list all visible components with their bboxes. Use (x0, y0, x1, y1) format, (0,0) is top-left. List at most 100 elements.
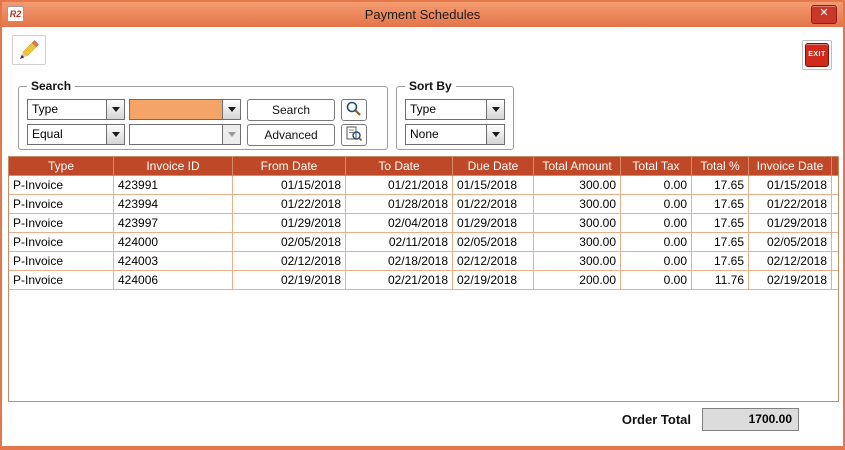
column-header[interactable]: Total % (692, 157, 749, 176)
table-cell: 424000 (114, 233, 233, 252)
table-cell: P-Invoice (9, 176, 114, 195)
table-cell: 02/19/2018 (749, 271, 832, 290)
table-cell: 17.65 (692, 233, 749, 252)
table-cell: 17.65 (692, 195, 749, 214)
posted-cell (832, 214, 840, 233)
table-cell: 02/19/2018 (233, 271, 346, 290)
table-row[interactable]: P-Invoice42399101/15/201801/21/201801/15… (9, 176, 839, 195)
table-cell: 02/19/2018 (453, 271, 534, 290)
chevron-down-icon[interactable] (486, 100, 504, 119)
table-cell: 01/22/2018 (453, 195, 534, 214)
table-cell: 01/29/2018 (233, 214, 346, 233)
column-header[interactable]: Posted (832, 157, 840, 176)
table-cell: P-Invoice (9, 252, 114, 271)
table-row[interactable]: P-Invoice42400602/19/201802/21/201802/19… (9, 271, 839, 290)
search-value-dropdown[interactable] (129, 99, 241, 120)
invoice-table: TypeInvoice IDFrom DateTo DateDue DateTo… (9, 157, 839, 290)
table-cell: 01/22/2018 (233, 195, 346, 214)
table-row[interactable]: P-Invoice42400302/12/201802/18/201802/12… (9, 252, 839, 271)
sort-secondary-value: None (406, 125, 486, 144)
invoice-table-container: TypeInvoice IDFrom DateTo DateDue DateTo… (8, 156, 839, 402)
exit-icon: EXIT (805, 43, 829, 67)
chevron-down-icon[interactable] (106, 100, 124, 119)
column-header[interactable]: From Date (233, 157, 346, 176)
table-header-row: TypeInvoice IDFrom DateTo DateDue DateTo… (9, 157, 839, 176)
posted-cell (832, 195, 840, 214)
table-cell: 01/15/2018 (233, 176, 346, 195)
search-field-dropdown[interactable]: Type (27, 99, 125, 120)
table-cell: P-Invoice (9, 271, 114, 290)
edit-button[interactable] (12, 35, 46, 65)
column-header[interactable]: Invoice Date (749, 157, 832, 176)
sort-primary-dropdown[interactable]: Type (405, 99, 505, 120)
close-icon: ✕ (819, 7, 828, 19)
search-button[interactable]: Search (247, 99, 335, 121)
search-groupbox: Search Type Search Equal Advance (18, 86, 388, 150)
search-value2-dropdown (129, 124, 241, 145)
posted-cell (832, 252, 840, 271)
table-cell: 17.65 (692, 214, 749, 233)
table-cell: 300.00 (534, 252, 621, 271)
search-operator-dropdown[interactable]: Equal (27, 124, 125, 145)
chevron-down-icon[interactable] (486, 125, 504, 144)
table-cell: 01/29/2018 (749, 214, 832, 233)
table-cell: 300.00 (534, 176, 621, 195)
table-cell: 02/04/2018 (346, 214, 453, 233)
column-header[interactable]: Invoice ID (114, 157, 233, 176)
table-cell: 11.76 (692, 271, 749, 290)
table-cell: 02/05/2018 (749, 233, 832, 252)
column-header[interactable]: Due Date (453, 157, 534, 176)
chevron-down-icon[interactable] (222, 100, 240, 119)
title-bar: R2 Payment Schedules ✕ (2, 2, 843, 27)
table-cell: 200.00 (534, 271, 621, 290)
table-cell: 0.00 (621, 176, 692, 195)
posted-cell (832, 271, 840, 290)
advanced-magnifier-button[interactable] (341, 124, 367, 146)
table-cell: 02/11/2018 (346, 233, 453, 252)
table-cell: 02/18/2018 (346, 252, 453, 271)
table-cell: P-Invoice (9, 195, 114, 214)
column-header[interactable]: Total Tax (621, 157, 692, 176)
payment-schedules-window: R2 Payment Schedules ✕ EXIT Search Type (0, 0, 845, 450)
search-value-text (130, 100, 222, 119)
table-cell: 424006 (114, 271, 233, 290)
exit-button[interactable]: EXIT (802, 40, 832, 70)
sort-primary-value: Type (406, 100, 486, 119)
search-group-label: Search (27, 79, 75, 93)
chevron-down-icon (222, 125, 240, 144)
table-cell: 01/28/2018 (346, 195, 453, 214)
search-magnifier-button[interactable] (341, 99, 367, 121)
table-cell: 17.65 (692, 252, 749, 271)
table-row[interactable]: P-Invoice42400002/05/201802/11/201802/05… (9, 233, 839, 252)
advanced-search-button[interactable]: Advanced (247, 124, 335, 146)
table-row[interactable]: P-Invoice42399701/29/201802/04/201801/29… (9, 214, 839, 233)
table-cell: 424003 (114, 252, 233, 271)
close-button[interactable]: ✕ (811, 5, 837, 24)
table-cell: 02/12/2018 (233, 252, 346, 271)
table-cell: 02/05/2018 (453, 233, 534, 252)
table-cell: 0.00 (621, 233, 692, 252)
order-total-label: Order Total (622, 412, 691, 427)
magnifier-icon (345, 101, 363, 120)
order-total-field: 1700.00 (702, 408, 799, 431)
table-cell: 01/29/2018 (453, 214, 534, 233)
window-title: Payment Schedules (2, 7, 843, 22)
posted-cell (832, 233, 840, 252)
pencil-icon (16, 50, 42, 65)
table-cell: P-Invoice (9, 233, 114, 252)
column-header[interactable]: Total Amount (534, 157, 621, 176)
search-value2-text (130, 125, 222, 144)
table-cell: 0.00 (621, 195, 692, 214)
table-cell: 423991 (114, 176, 233, 195)
sort-secondary-dropdown[interactable]: None (405, 124, 505, 145)
table-row[interactable]: P-Invoice42399401/22/201801/28/201801/22… (9, 195, 839, 214)
chevron-down-icon[interactable] (106, 125, 124, 144)
sort-by-groupbox: Sort By Type None (396, 86, 514, 150)
invoice-table-body: P-Invoice42399101/15/201801/21/201801/15… (9, 176, 839, 290)
table-cell: 02/05/2018 (233, 233, 346, 252)
search-field-value: Type (28, 100, 106, 119)
search-operator-value: Equal (28, 125, 106, 144)
column-header[interactable]: To Date (346, 157, 453, 176)
column-header[interactable]: Type (9, 157, 114, 176)
table-cell: 0.00 (621, 214, 692, 233)
